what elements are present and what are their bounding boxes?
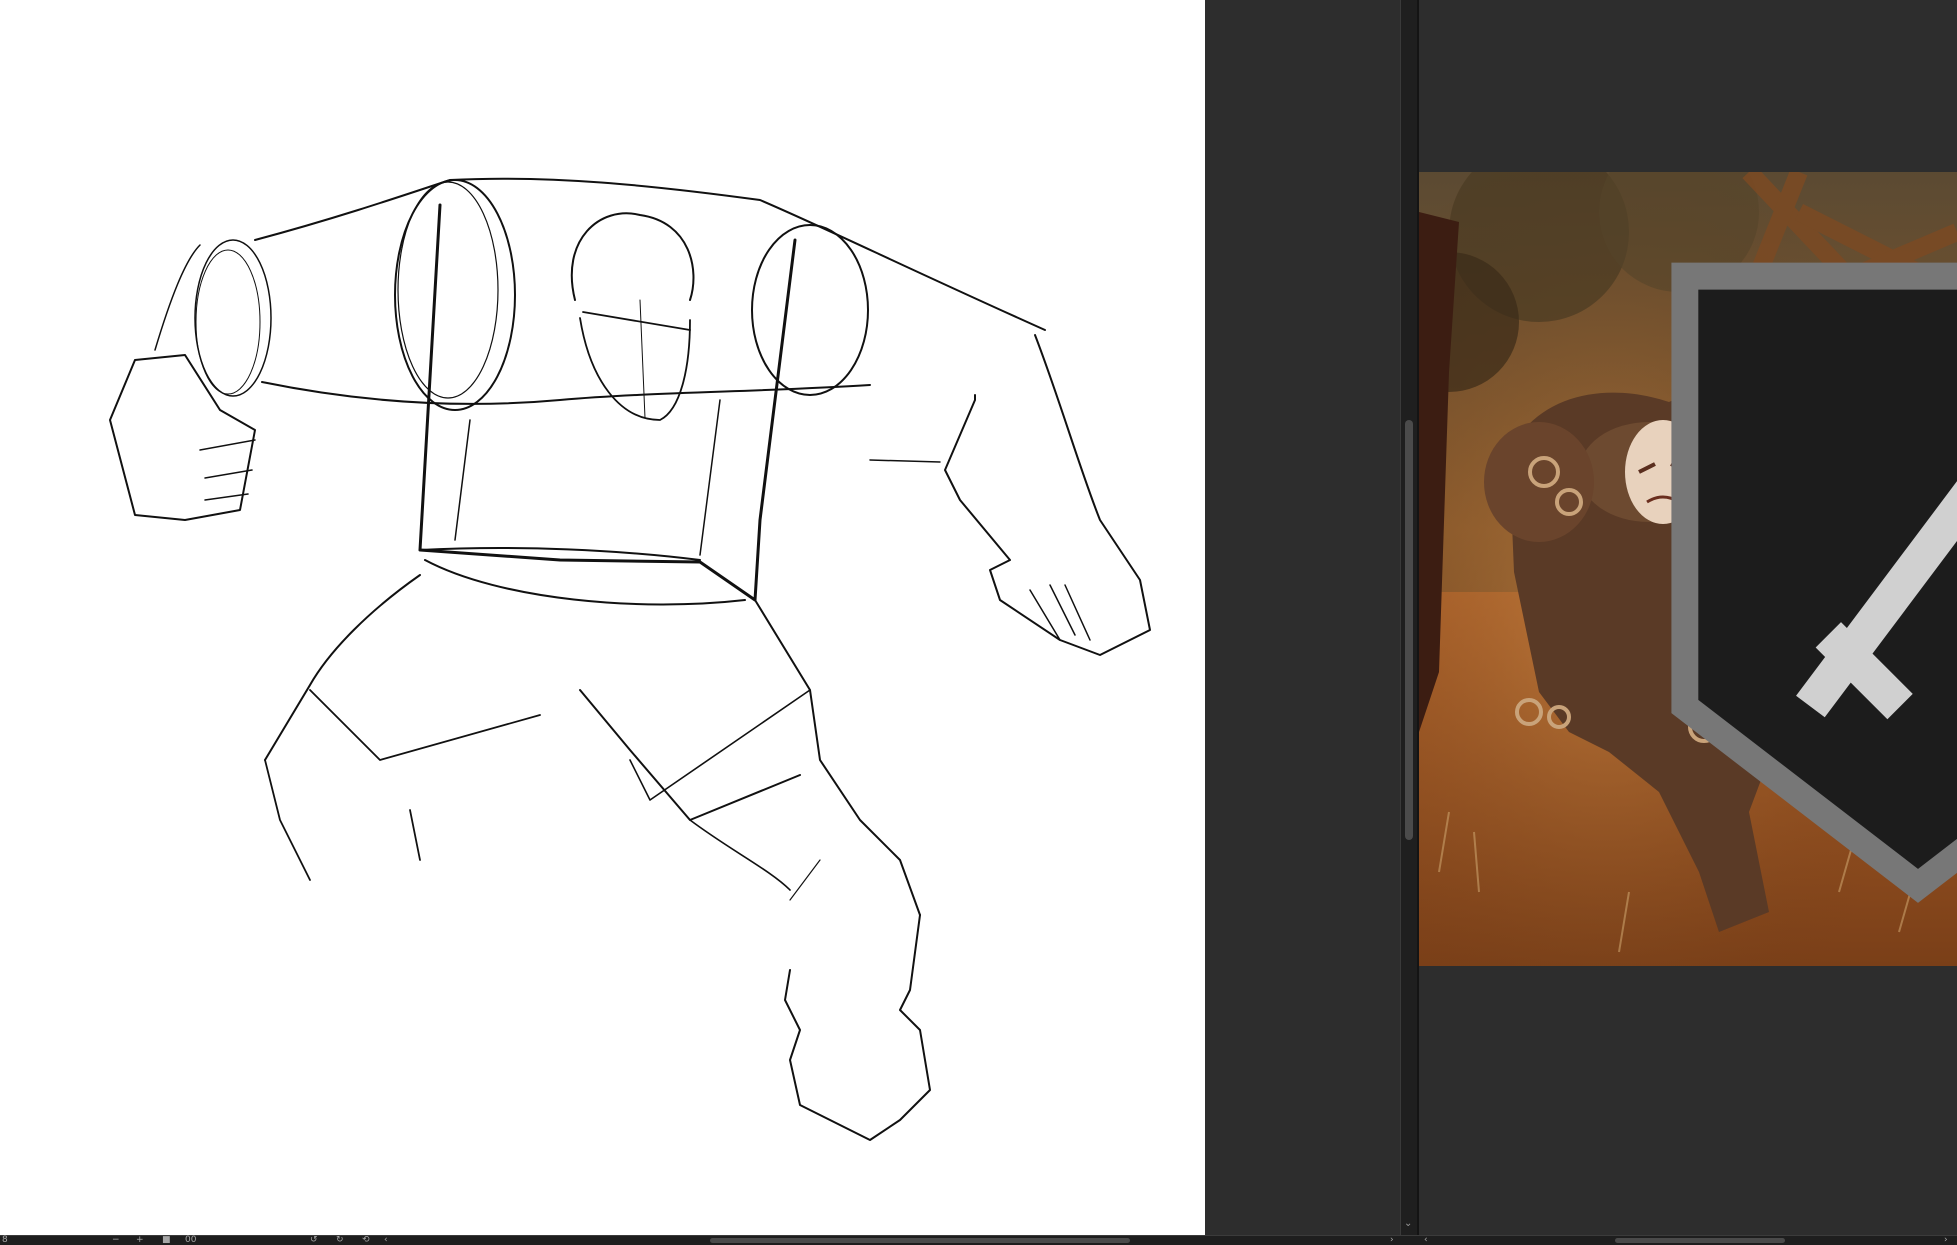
ref-scroll-right-icon[interactable]: › [1944,1235,1948,1245]
scroll-down-icon[interactable]: ⌄ [1404,1218,1412,1229]
horizontal-scroll-thumb[interactable] [710,1238,1130,1243]
fit-screen-icon[interactable]: ■ [162,1235,171,1245]
vertical-scrollbar[interactable]: ⌄ [1400,0,1418,1235]
ref-horizontal-scroll-thumb[interactable] [1615,1238,1785,1243]
drawing-canvas[interactable] [0,0,1205,1235]
reset-rotation-icon[interactable]: ⟲ [362,1235,370,1245]
status-bar: 8 − + ■ 00 ↺ ↻ ⟲ ‹ › ‹ › [0,1235,1957,1245]
rotate-right-icon[interactable]: ↻ [336,1235,344,1245]
zoom-out-icon[interactable]: − [112,1235,120,1245]
rotate-left-icon[interactable]: ↺ [310,1235,318,1245]
sword-emblem-icon [1649,184,1957,903]
character-sketch [109,177,1151,1141]
scroll-right-icon[interactable]: › [1390,1235,1394,1245]
scroll-left-icon[interactable]: ‹ [384,1235,388,1245]
ref-scroll-left-icon[interactable]: ‹ [1424,1235,1428,1245]
zoom-in-icon[interactable]: + [136,1235,144,1245]
actual-size-button[interactable]: 00 [185,1235,196,1245]
workspace-gap [1205,0,1400,1235]
reference-panel [1419,0,1957,1235]
reference-image[interactable] [1419,172,1957,966]
zoom-level: 8 [2,1235,8,1245]
vertical-scroll-thumb[interactable] [1405,420,1413,840]
